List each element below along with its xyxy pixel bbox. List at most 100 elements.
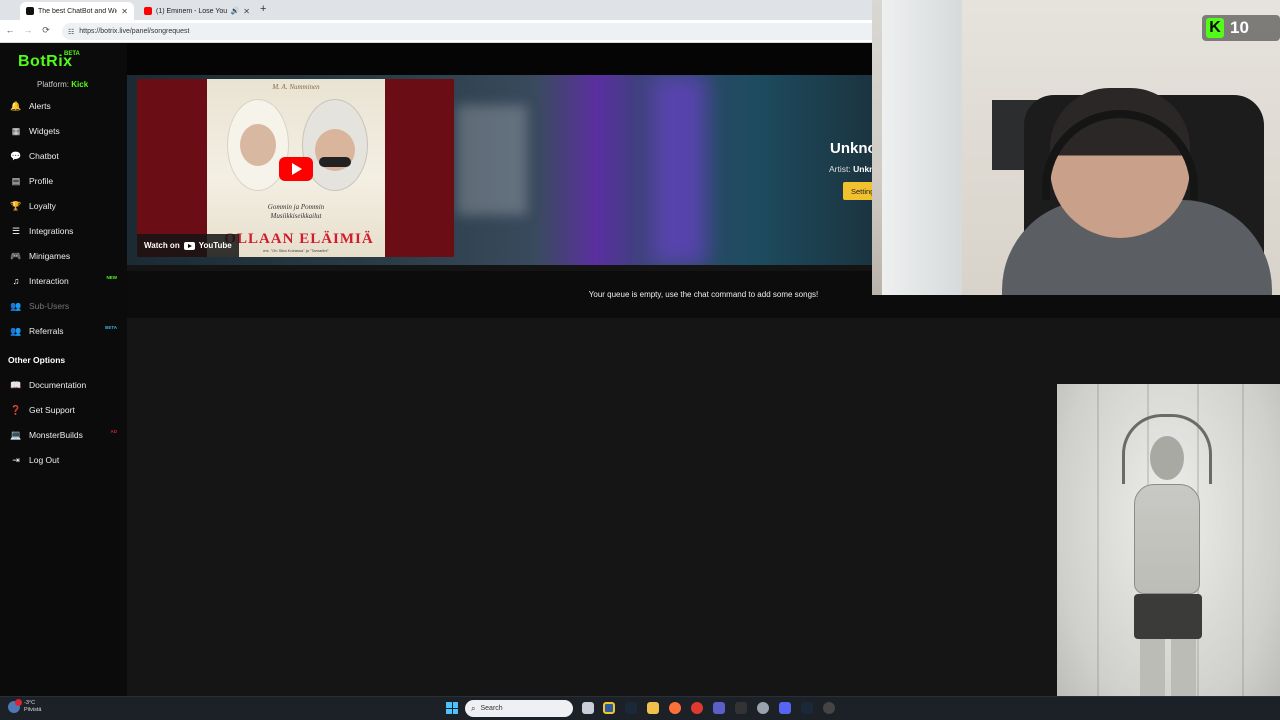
sidebar-item-label: Loyalty [29, 201, 56, 211]
bunny-face [240, 124, 276, 166]
sidebar-item-chatbot[interactable]: 💬 Chatbot [0, 146, 127, 166]
logout-icon: ⇥ [12, 454, 20, 465]
steam-icon[interactable] [801, 702, 813, 714]
new-tab-button[interactable]: + [260, 3, 266, 15]
tab-title: The best ChatBot and Widgets [38, 7, 117, 15]
sidebar-item-loyalty[interactable]: 🏆 Loyalty [0, 196, 127, 216]
water-stream [1097, 384, 1099, 720]
queue-empty-message: Your queue is empty, use the chat comman… [588, 290, 819, 299]
discord-icon[interactable] [779, 702, 791, 714]
pencil-sketch-overlay [1057, 384, 1280, 720]
sketch-figure [1112, 414, 1222, 699]
song-title: Unknown [830, 140, 872, 157]
youtube-logo-icon [183, 241, 195, 250]
botrix-favicon-icon [26, 7, 34, 15]
grid-icon: ▦ [11, 125, 21, 136]
sidebar-item-minigames[interactable]: 🎮 Minigames [0, 246, 127, 266]
sketch-shorts [1134, 594, 1202, 639]
play-button[interactable] [279, 157, 313, 181]
teams-icon[interactable] [713, 702, 725, 714]
youtube-player[interactable]: M. A. Numminen Gommin ja Pommin Musiikki… [137, 79, 454, 257]
app-icon[interactable] [823, 702, 835, 714]
platform-indicator: Platform: Kick [37, 80, 88, 89]
sidebar-item-label: Integrations [29, 226, 74, 236]
app-icon[interactable] [691, 702, 703, 714]
users-icon: 👥 [10, 300, 22, 311]
steam-icon[interactable] [625, 702, 637, 714]
user-group-icon: 👥 [10, 325, 22, 336]
windows-start-icon[interactable] [446, 702, 458, 714]
sidebar-item-label: Referrals [29, 326, 64, 336]
firefox-icon[interactable] [669, 702, 681, 714]
book-icon: 📖 [10, 379, 22, 390]
sidebar-item-label: Interaction [29, 276, 69, 286]
artist-label: Artist: [829, 164, 851, 174]
sidebar-item-label: Log Out [29, 455, 60, 465]
chat-icon: 💬 [10, 150, 22, 161]
site-info-icon[interactable]: ☷ [68, 28, 74, 36]
url-text: https://botrix.live/panel/songrequest [79, 28, 190, 35]
sidebar-item-log-out[interactable]: ⇥ Log Out [0, 450, 127, 470]
song-artist: Artist: Unknown [829, 164, 872, 174]
background-blur [652, 75, 707, 265]
new-badge: NEW [106, 275, 118, 280]
sidebar-item-interaction[interactable]: ♫ Interaction NEW [0, 271, 127, 291]
weather-temp: -3°C [24, 700, 36, 706]
sidebar-item-sub-users[interactable]: 👥 Sub-Users [0, 296, 127, 316]
chrome-icon[interactable] [603, 702, 615, 714]
weather-widget[interactable]: -3°C Pilvistä [8, 699, 41, 714]
kick-viewer-count: K 10 [1202, 15, 1280, 41]
sidebar-item-integrations[interactable]: ☰ Integrations [0, 221, 127, 241]
sidebar-item-referrals[interactable]: 👥 Referrals BETA [0, 321, 127, 341]
audio-icon[interactable]: 🔊 [231, 7, 240, 15]
back-button[interactable]: ← [4, 25, 16, 35]
trophy-icon: 🏆 [10, 200, 22, 211]
gamepad-icon: 🎮 [10, 250, 22, 261]
youtube-favicon-icon [144, 7, 152, 15]
sidebar-item-label: Widgets [29, 126, 60, 136]
close-tab-icon[interactable]: ✕ [121, 7, 128, 16]
sketch-torso [1134, 484, 1200, 594]
settings-button[interactable]: Settings [843, 182, 872, 200]
close-tab-icon[interactable]: ✕ [243, 7, 250, 16]
tab-youtube[interactable]: (1) Eminem - Lose Yourself 🔊 ✕ [138, 2, 256, 20]
sidebar-item-label: Chatbot [29, 151, 59, 161]
sidebar-item-get-support[interactable]: ❓ Get Support [0, 400, 127, 420]
weather-text: -3°C Pilvistä [24, 700, 41, 714]
sidebar-item-widgets[interactable]: ▦ Widgets [0, 121, 127, 141]
cover-title-line: Musiikkiseikkailut [270, 212, 322, 220]
sidebar-item-label: Get Support [29, 405, 75, 415]
taskbar-search[interactable]: ⌕ Search [465, 700, 573, 717]
id-card-icon: ▤ [11, 175, 21, 186]
forward-button[interactable]: → [22, 25, 34, 35]
cover-title-line: Gommin ja Pommin [267, 203, 325, 211]
reload-button[interactable]: ⟳ [40, 25, 52, 36]
sidebar-item-label: Minigames [29, 251, 71, 261]
screen: The best ChatBot and Widgets ✕ (1) Emine… [0, 0, 1280, 720]
settings-gear-icon[interactable] [757, 702, 769, 714]
youtube-label: YouTube [198, 241, 232, 250]
question-icon: ❓ [10, 404, 22, 415]
windows-taskbar: -3°C Pilvistä ⌕ Search [0, 696, 1280, 720]
folder-icon[interactable] [647, 702, 659, 714]
sketch-head [1150, 436, 1184, 480]
sidebar-item-profile[interactable]: ▤ Profile [0, 171, 127, 191]
cover-title: Gommin ja Pommin Musiikkiseikkailut [207, 203, 385, 221]
watch-on-label: Watch on [144, 241, 180, 250]
cover-artist-text: M. A. Numminen [272, 83, 320, 91]
task-view-icon[interactable] [582, 702, 594, 714]
url-field[interactable]: ☷ https://botrix.live/panel/songrequest [62, 23, 882, 40]
sidebar-item-label: Sub-Users [29, 301, 70, 311]
obs-icon[interactable] [735, 702, 747, 714]
sidebar-item-monsterbuilds[interactable]: 💻 MonsterBuilds AD [0, 425, 127, 445]
sidebar-item-label: Profile [29, 176, 54, 186]
list-icon: ☰ [11, 225, 21, 236]
background-blur [457, 105, 527, 215]
tab-botrix[interactable]: The best ChatBot and Widgets ✕ [20, 2, 134, 20]
sidebar-item-documentation[interactable]: 📖 Documentation [0, 375, 127, 395]
platform-value: Kick [71, 80, 89, 89]
sidebar-item-alerts[interactable]: 🔔 Alerts [0, 96, 127, 116]
watch-on-youtube-button[interactable]: Watch on YouTube [137, 234, 239, 257]
sidebar-item-label: Alerts [29, 101, 51, 111]
other-options-heading: Other Options [8, 355, 66, 365]
